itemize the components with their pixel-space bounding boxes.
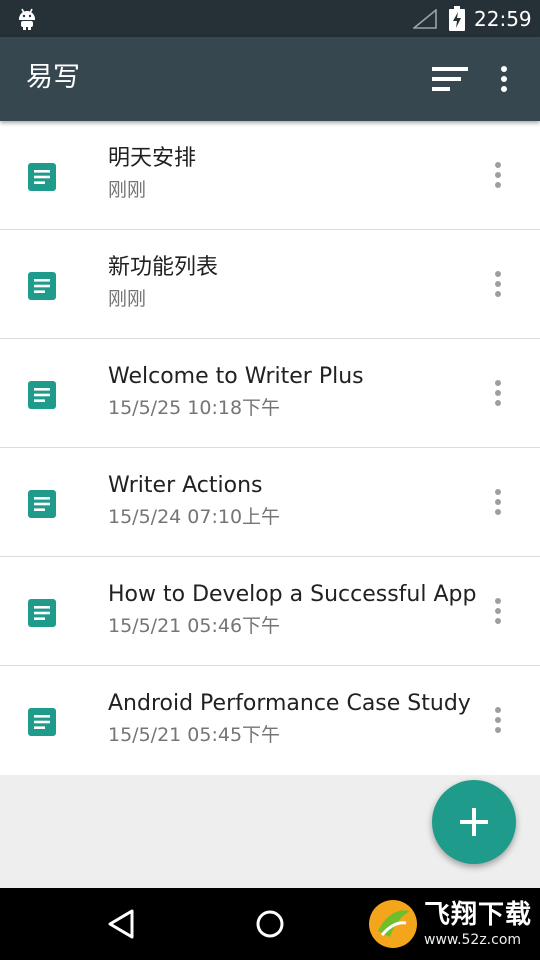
more-vert-icon[interactable] (488, 486, 508, 518)
more-vert-icon (501, 66, 507, 92)
note-item[interactable]: 明天安排 刚刚 (0, 121, 540, 230)
note-title: 新功能列表 (108, 255, 219, 280)
sort-icon (432, 67, 468, 91)
note-item[interactable]: Writer Actions 15/5/24 07:10上午 (0, 448, 540, 557)
document-icon (28, 381, 56, 409)
document-icon (28, 163, 56, 191)
watermark-logo (369, 900, 417, 948)
home-icon[interactable] (254, 908, 286, 940)
note-title: 明天安排 (108, 146, 197, 171)
note-date: 15/5/21 05:45下午 (108, 724, 281, 746)
overflow-menu-button[interactable] (492, 61, 516, 97)
plus-icon (460, 808, 488, 836)
document-icon (28, 599, 56, 627)
note-item[interactable]: How to Develop a Successful App 15/5/21 … (0, 557, 540, 666)
watermark: 飞翔下载 www.52z.com (366, 894, 536, 954)
note-date: 15/5/25 10:18下午 (108, 397, 281, 419)
note-date: 刚刚 (108, 179, 147, 201)
note-item[interactable]: Welcome to Writer Plus 15/5/25 10:18下午 (0, 339, 540, 448)
note-date: 15/5/24 07:10上午 (108, 506, 281, 528)
note-item[interactable]: 新功能列表 刚刚 (0, 230, 540, 339)
more-vert-icon[interactable] (488, 159, 508, 191)
document-icon (28, 708, 56, 736)
more-vert-icon[interactable] (488, 595, 508, 627)
more-vert-icon[interactable] (488, 377, 508, 409)
sort-button[interactable] (426, 61, 472, 97)
app-bar: 易写 (0, 37, 540, 121)
signal-icon (413, 9, 437, 29)
note-date: 刚刚 (108, 288, 147, 310)
status-bar: 22:59 (0, 0, 540, 37)
watermark-text: 飞翔下载 (424, 900, 533, 930)
note-title: How to Develop a Successful App (108, 582, 477, 607)
note-title: Writer Actions (108, 473, 263, 498)
android-icon (19, 8, 35, 30)
add-note-button[interactable] (432, 780, 516, 864)
watermark-url: www.52z.com (424, 932, 522, 948)
more-vert-icon[interactable] (488, 704, 508, 736)
battery-charging-icon (449, 6, 465, 31)
status-time: 22:59 (474, 7, 532, 31)
document-icon (28, 490, 56, 518)
note-date: 15/5/21 05:46下午 (108, 615, 281, 637)
more-vert-icon[interactable] (488, 268, 508, 300)
note-title: Welcome to Writer Plus (108, 364, 364, 389)
note-item[interactable]: Android Performance Case Study 15/5/21 0… (0, 666, 540, 775)
app-title: 易写 (26, 62, 80, 93)
notes-list: 明天安排 刚刚 新功能列表 刚刚 Welcome to Writer Plus … (0, 121, 540, 775)
navigation-bar: 飞翔下载 www.52z.com (0, 888, 540, 960)
back-icon[interactable] (106, 908, 136, 940)
document-icon (28, 272, 56, 300)
note-title: Android Performance Case Study (108, 691, 471, 716)
